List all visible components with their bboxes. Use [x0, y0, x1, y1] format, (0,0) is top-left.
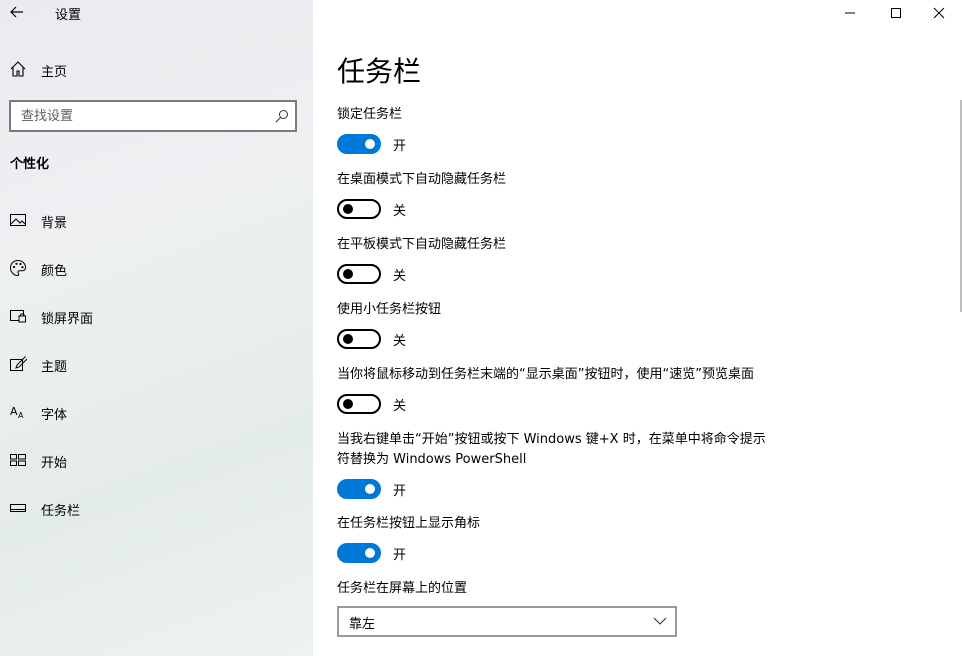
- toggle-knob: [365, 548, 375, 558]
- chevron-down-icon: [653, 617, 667, 625]
- setting-label: 当你将鼠标移动到任务栏末端的“显示桌面”按钮时，使用“速览”预览桌面: [337, 367, 754, 382]
- svg-text:A: A: [18, 411, 24, 420]
- search-box[interactable]: [9, 100, 297, 132]
- toggle-knob: [365, 139, 375, 149]
- toggle-switch[interactable]: [337, 394, 381, 414]
- setting-powershell: 当我右键单击“开始”按钮或按下 Windows 键+X 时，在菜单中将命令提示符…: [337, 430, 777, 500]
- sidebar-item-lock-screen[interactable]: 锁屏界面: [0, 302, 313, 332]
- search-input[interactable]: [21, 107, 261, 125]
- toggle-knob: [343, 399, 353, 409]
- sidebar-item-label: 字体: [41, 408, 68, 423]
- theme-brush-icon: [10, 356, 27, 371]
- palette-icon: [9, 259, 27, 277]
- setting-badges: 在任务栏按钮上显示角标 开: [337, 514, 797, 564]
- toggle-switch[interactable]: [337, 264, 381, 284]
- svg-text:A: A: [10, 405, 18, 418]
- setting-small-buttons: 使用小任务栏按钮 关: [337, 300, 797, 350]
- page-title: 任务栏: [337, 55, 422, 88]
- sidebar-item-label: 主页: [41, 65, 68, 80]
- start-grid-icon: [10, 454, 26, 466]
- setting-label: 当我右键单击“开始”按钮或按下 Windows 键+X 时，在菜单中将命令提示符…: [337, 432, 766, 467]
- toggle-switch[interactable]: [337, 199, 381, 219]
- setting-label: 锁定任务栏: [337, 107, 403, 122]
- back-button[interactable]: [9, 3, 25, 21]
- setting-position: 任务栏在屏幕上的位置: [337, 579, 797, 599]
- toggle-switch[interactable]: [337, 479, 381, 499]
- sidebar-item-label: 主题: [41, 360, 68, 375]
- toggle-switch[interactable]: [337, 329, 381, 349]
- font-icon: A A: [10, 405, 24, 420]
- setting-label: 在桌面模式下自动隐藏任务栏: [337, 172, 507, 187]
- taskbar-icon: [10, 504, 26, 512]
- toggle-knob: [343, 269, 353, 279]
- sidebar-item-background[interactable]: 背景: [0, 206, 313, 236]
- setting-peek-desktop: 当你将鼠标移动到任务栏末端的“显示桌面”按钮时，使用“速览”预览桌面 关: [337, 365, 797, 415]
- setting-autohide-desktop: 在桌面模式下自动隐藏任务栏 关: [337, 170, 797, 220]
- sidebar-item-start[interactable]: 开始: [0, 446, 313, 476]
- home-icon: [10, 61, 26, 77]
- sidebar-item-themes[interactable]: 主题: [0, 350, 313, 380]
- sidebar-item-label: 开始: [41, 456, 68, 471]
- sidebar-item-label: 任务栏: [41, 504, 81, 519]
- back-arrow-icon: [10, 6, 23, 18]
- setting-autohide-tablet: 在平板模式下自动隐藏任务栏 关: [337, 235, 797, 285]
- sidebar-item-home[interactable]: 主页: [0, 56, 313, 84]
- sidebar: 设置 主页 个性化 背景 颜色 锁屏界面: [0, 0, 313, 656]
- sidebar-item-fonts[interactable]: A A 字体: [0, 398, 313, 428]
- toggle-switch[interactable]: [337, 543, 381, 563]
- toggle-switch[interactable]: [337, 134, 381, 154]
- position-dropdown[interactable]: 靠左: [337, 606, 677, 637]
- sidebar-item-label: 背景: [41, 216, 68, 231]
- picture-icon: [10, 214, 26, 226]
- toggle-knob: [365, 484, 375, 494]
- toggle-state: 关: [393, 334, 407, 349]
- search-icon[interactable]: [275, 109, 289, 123]
- toggle-state: 关: [393, 269, 407, 284]
- main-content: 任务栏 锁定任务栏 开 在桌面模式下自动隐藏任务栏 关 在平板模式下自动隐藏任务…: [337, 0, 937, 656]
- setting-label: 在任务栏按钮上显示角标: [337, 516, 481, 531]
- app-title: 设置: [55, 8, 82, 23]
- toggle-knob: [343, 334, 353, 344]
- toggle-state: 开: [393, 139, 407, 154]
- setting-label: 任务栏在屏幕上的位置: [337, 581, 468, 596]
- sidebar-item-label: 锁屏界面: [41, 312, 94, 327]
- sidebar-item-label: 颜色: [41, 264, 68, 279]
- setting-label: 使用小任务栏按钮: [337, 302, 442, 317]
- toggle-state: 开: [393, 484, 407, 499]
- setting-label: 在平板模式下自动隐藏任务栏: [337, 237, 507, 252]
- setting-lock-taskbar: 锁定任务栏 开: [337, 105, 797, 155]
- lock-screen-icon: [10, 310, 26, 323]
- sidebar-item-colors[interactable]: 颜色: [0, 254, 313, 284]
- sidebar-item-taskbar[interactable]: 任务栏: [0, 494, 313, 524]
- toggle-state: 关: [393, 204, 407, 219]
- section-heading: 个性化: [10, 157, 50, 172]
- dropdown-value: 靠左: [349, 617, 376, 632]
- titlebar-left: 设置: [0, 0, 313, 26]
- toggle-knob: [343, 204, 353, 214]
- toggle-state: 关: [393, 399, 407, 414]
- toggle-state: 开: [393, 548, 407, 563]
